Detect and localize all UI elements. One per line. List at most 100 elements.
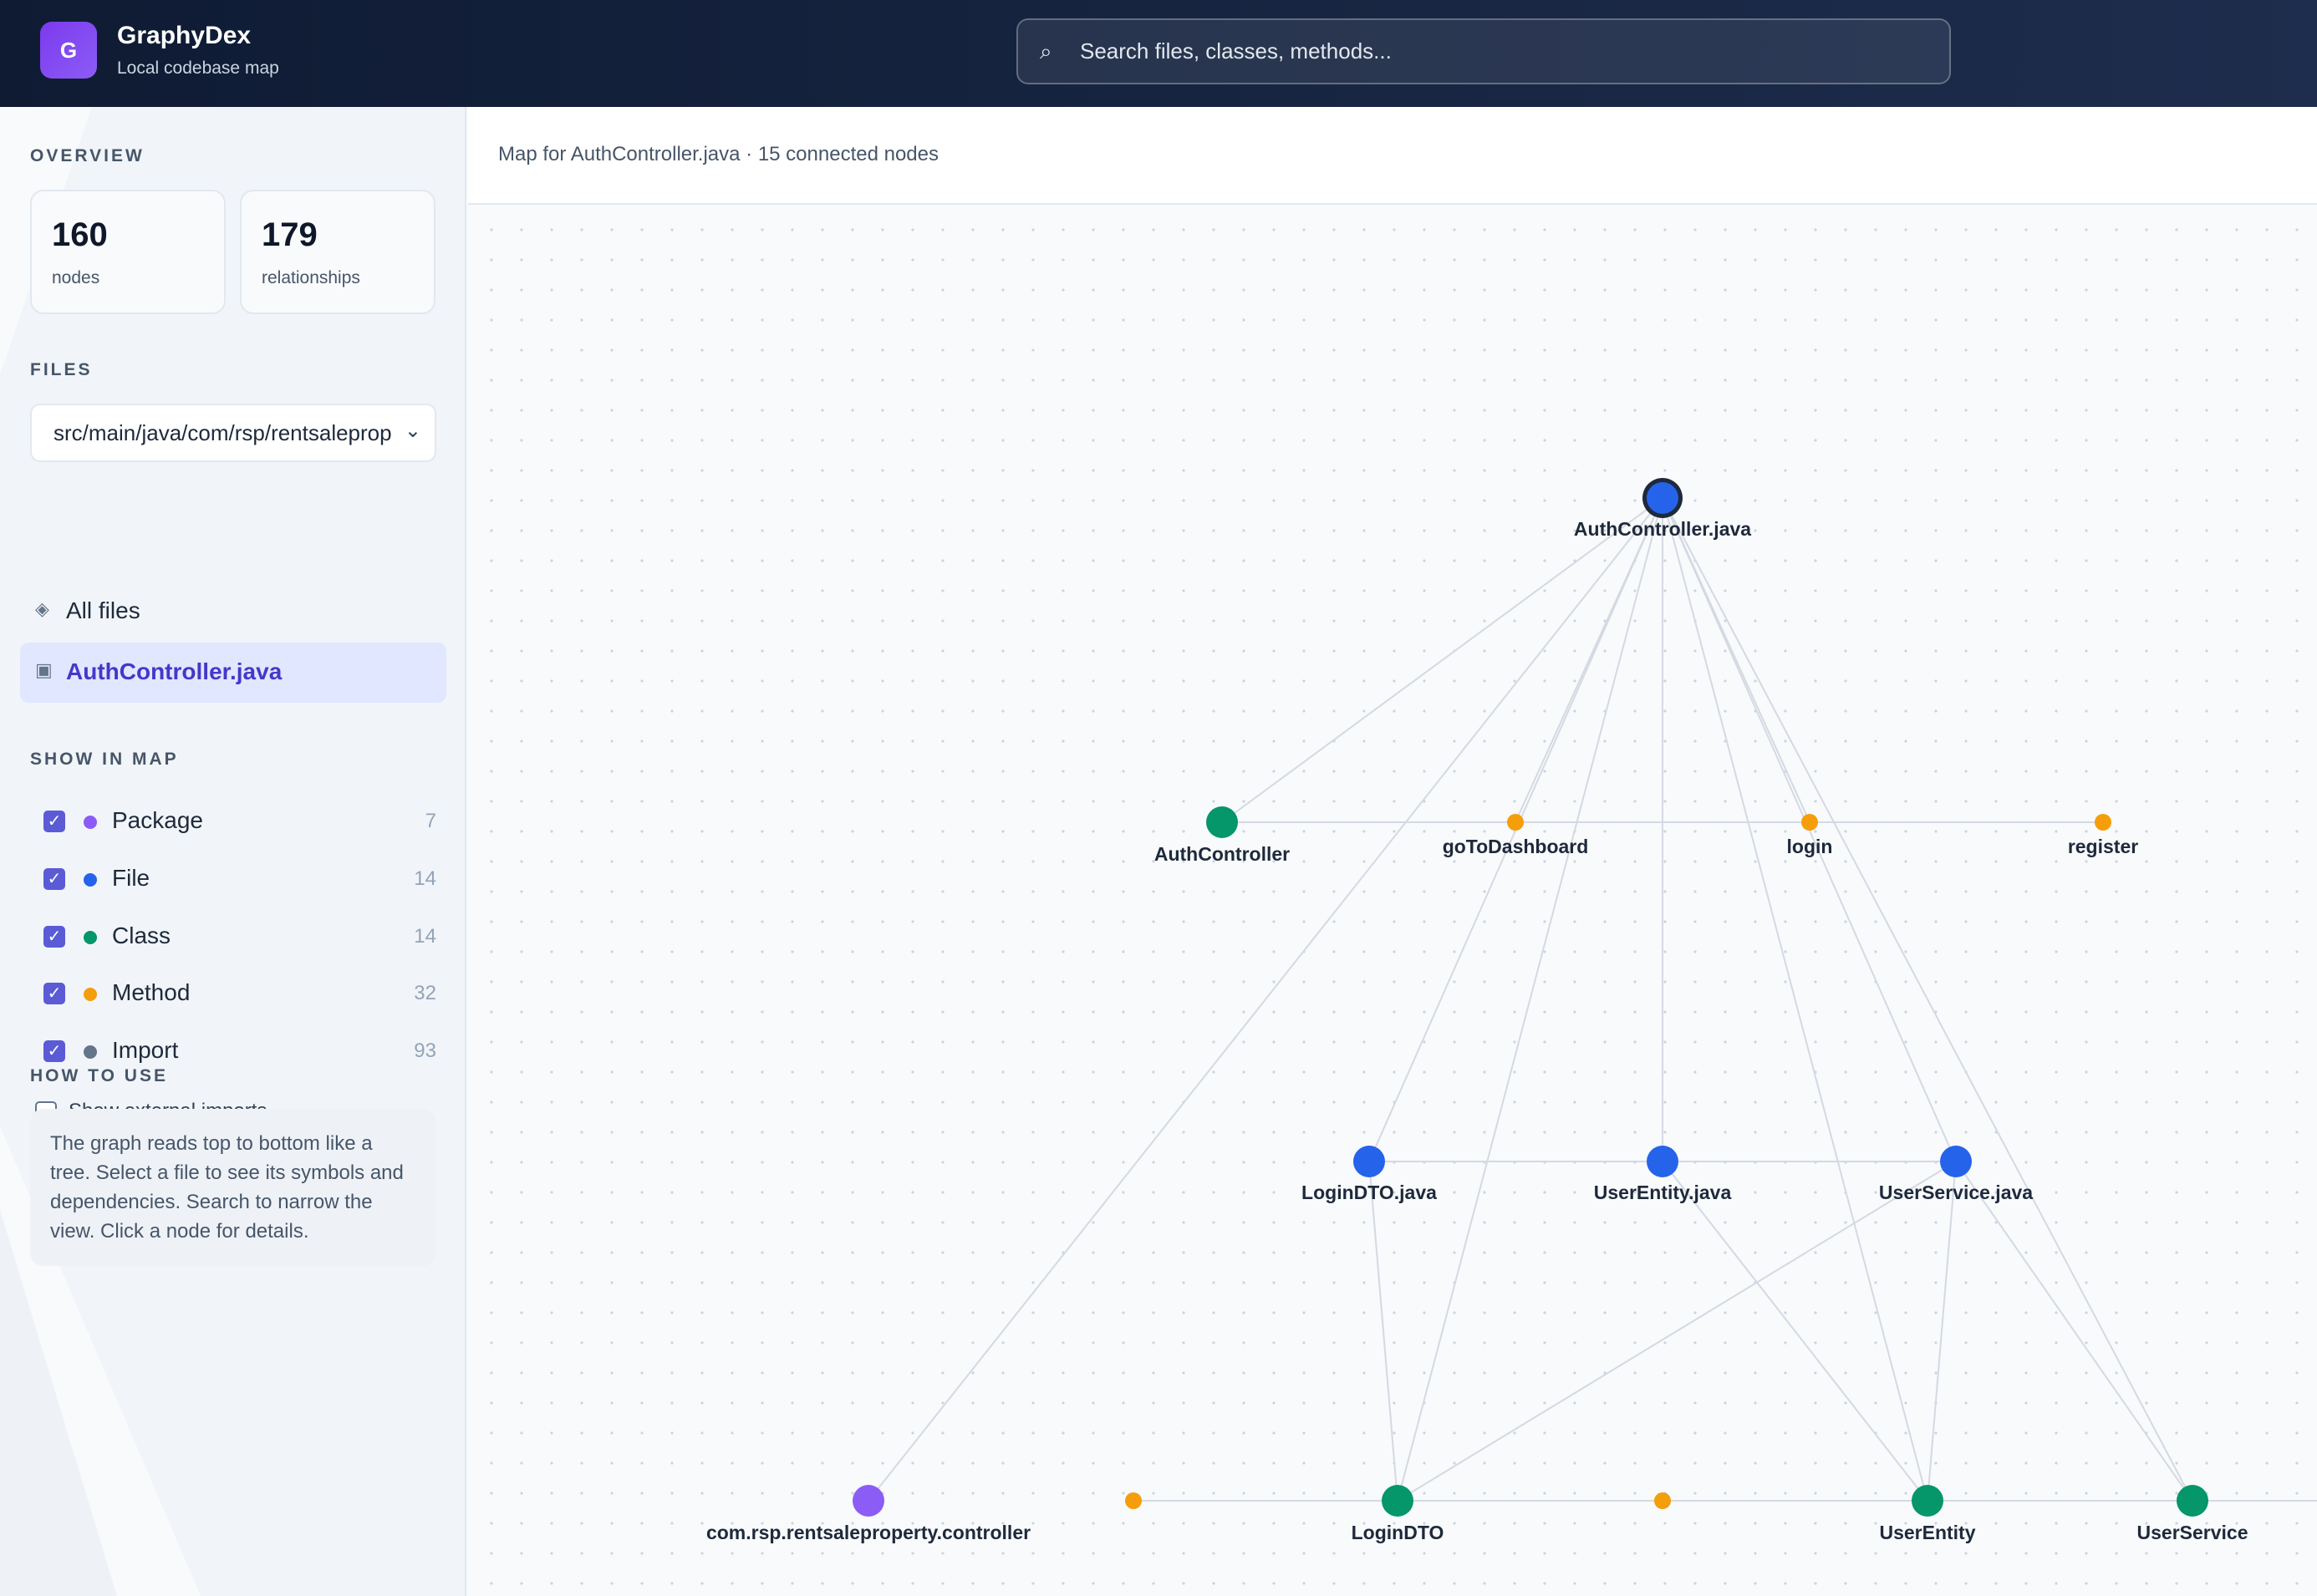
nav-item-authcontroller-java[interactable]: ▣ AuthController.java [20, 643, 446, 703]
graph-edge [1662, 497, 2193, 1502]
graph-node-dot[interactable] [1654, 1492, 1671, 1509]
search-input[interactable] [1080, 20, 1933, 83]
filter-package[interactable]: ✓ Package 7 [43, 804, 436, 837]
graph-node-label: AuthController.java [1574, 518, 1751, 540]
app-logo: G [40, 22, 97, 79]
search-icon: ⌕ [1040, 38, 1052, 64]
help-text: The graph reads top to bottom like a tre… [50, 1132, 404, 1243]
class-checkbox[interactable]: ✓ [43, 926, 65, 948]
show-in-map-title: SHOW IN MAP [30, 750, 179, 769]
file-color-dot [84, 873, 97, 887]
graph-node-label: com.rsp.rentsaleproperty.controller [706, 1522, 1031, 1543]
graph-node-class[interactable]: AuthController [1154, 806, 1290, 865]
graph-node-label: UserEntity [1879, 1522, 1975, 1543]
graph-edge [1662, 497, 1928, 1502]
graph-edges [868, 497, 2317, 1502]
import-checkbox[interactable]: ✓ [43, 1040, 65, 1062]
graph-node-label: UserService.java [1879, 1182, 2033, 1203]
graph-node-label: goToDashboard [1443, 836, 1589, 857]
package-color-dot [84, 816, 97, 829]
app-subtitle: Local codebase map [117, 58, 279, 78]
filter-class[interactable]: ✓ Class 14 [43, 919, 436, 953]
file-select-value: src/main/java/com/rsp/rentsaleprop [53, 420, 392, 445]
map-caption: Map for AuthController.java · 15 connect… [498, 143, 939, 165]
graph-node-dot[interactable] [1912, 1485, 1943, 1517]
filter-count: 32 [414, 982, 436, 1004]
import-color-dot [84, 1045, 97, 1059]
graph-node-class[interactable]: UserEntity [1879, 1485, 1976, 1543]
graph-edge [1662, 1161, 1928, 1502]
stat-label: relationships [262, 268, 360, 287]
graph-node-method[interactable]: login [1787, 814, 1833, 857]
filter-count: 14 [414, 925, 436, 948]
filter-method[interactable]: ✓ Method 32 [43, 976, 436, 1009]
graph-edge [1955, 1161, 2193, 1502]
nav-item-all-files[interactable]: ◈ All files [20, 582, 446, 642]
graph-node-dot[interactable] [1125, 1492, 1142, 1509]
graph-node-label: UserEntity.java [1594, 1182, 1732, 1203]
graph-node-method[interactable] [1125, 1492, 1142, 1509]
files-title: FILES [30, 360, 93, 379]
graph-node-method[interactable]: goToDashboard [1443, 814, 1589, 857]
graph-node-dot[interactable] [2095, 814, 2111, 831]
graph-canvas[interactable]: AuthController.java AuthController goToDas… [468, 205, 2317, 1596]
class-color-dot [84, 931, 97, 944]
stat-card-nodes: 160 nodes [30, 190, 226, 314]
graph-edge [1927, 1161, 1957, 1502]
diamond-icon: ◈ [35, 598, 49, 619]
graph-node-label: LoginDTO.java [1301, 1182, 1437, 1203]
graph-node-package[interactable]: com.rsp.rentsaleproperty.controller [706, 1485, 1031, 1543]
graph-node-dot[interactable] [2177, 1485, 2208, 1517]
graph-node-label: login [1787, 836, 1833, 857]
method-color-dot [84, 988, 97, 1001]
graph-node-label: AuthController [1154, 843, 1290, 865]
search-box[interactable]: ⌕ [1016, 18, 1951, 84]
graph-node-dot[interactable] [1206, 806, 1238, 838]
help-box: The graph reads top to bottom like a tre… [30, 1109, 436, 1266]
filter-label: Package [112, 807, 203, 833]
graph-edge [1221, 497, 1663, 823]
graph-node-dot[interactable] [1801, 814, 1818, 831]
graph-edge [1397, 497, 1663, 1502]
sidebar: OVERVIEW 160 nodes 179 relationships FIL… [0, 107, 466, 1596]
map-header: Map for AuthController.java · 15 connect… [468, 107, 2317, 205]
graph-node-dot[interactable] [1507, 814, 1524, 831]
graph-edge [1397, 1161, 1957, 1502]
file-checkbox[interactable]: ✓ [43, 868, 65, 890]
filter-count: 14 [414, 867, 436, 890]
stat-value: 160 [52, 216, 108, 253]
graph-node-file[interactable]: UserEntity.java [1594, 1146, 1732, 1203]
method-checkbox[interactable]: ✓ [43, 983, 65, 1004]
graph-node-dot[interactable] [853, 1485, 884, 1517]
app-title: GraphyDex [117, 22, 252, 49]
filter-label: Import [112, 1037, 179, 1063]
nav-item-label: All files [66, 597, 140, 623]
graph-node-dot[interactable] [1940, 1146, 1972, 1177]
graph-node-method[interactable] [1654, 1492, 1671, 1509]
file-select[interactable]: src/main/java/com/rsp/rentsaleprop ⌄ [30, 404, 436, 462]
package-checkbox[interactable]: ✓ [43, 811, 65, 832]
graph-node-dot[interactable] [1382, 1485, 1413, 1517]
graph-node-file[interactable]: AuthController.java [1574, 478, 1751, 540]
file-icon: ▣ [35, 659, 53, 680]
how-to-use-heading: HOW TO USE [30, 1066, 168, 1086]
graph-node-dot[interactable] [1647, 482, 1678, 514]
filter-import[interactable]: ✓ Import 93 [43, 1034, 436, 1067]
filter-file[interactable]: ✓ File 14 [43, 862, 436, 895]
graph-node-class[interactable]: LoginDTO [1352, 1485, 1444, 1543]
stat-card-relationships: 179 relationships [240, 190, 435, 314]
filter-label: Method [112, 979, 191, 1005]
graph-node-class[interactable]: UserService [2137, 1485, 2248, 1543]
graph-node-label: UserService [2137, 1522, 2248, 1543]
graph-svg[interactable]: AuthController.java AuthController goToDas… [468, 205, 2317, 1596]
stat-value: 179 [262, 216, 318, 253]
graph-node-dot[interactable] [1647, 1146, 1678, 1177]
graph-node-method[interactable]: register [2068, 814, 2138, 857]
chevron-down-icon: ⌄ [404, 419, 421, 442]
main-panel: Map for AuthController.java · 15 connect… [468, 107, 2317, 1596]
filter-count: 93 [414, 1039, 436, 1062]
graph-node-label: LoginDTO [1352, 1522, 1444, 1543]
filter-count: 7 [425, 810, 436, 832]
graph-node-file[interactable]: LoginDTO.java [1301, 1146, 1437, 1203]
graph-node-dot[interactable] [1353, 1146, 1385, 1177]
